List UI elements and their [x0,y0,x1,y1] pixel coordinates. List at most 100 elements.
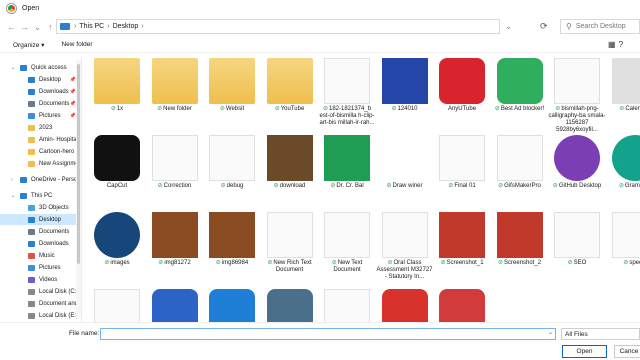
sidebar-item-label: Desktop [39,76,62,83]
doc-icon [324,289,370,322]
help-icon[interactable]: ? [619,40,623,49]
sidebar-item-label: Local Disk (C:) [39,288,79,295]
sidebar-item[interactable]: ⌄ This PC [0,190,80,201]
sidebar-item[interactable]: › OneDrive - Person [0,174,81,185]
file-label: ⊘Correction [146,183,204,190]
file-label: ⊘Calender [606,106,640,113]
sidebar-item[interactable]: New Assignmen [0,158,81,169]
sidebar-item[interactable]: Downloads [0,238,80,249]
file-label: ⊘New folder [146,106,204,113]
sidebar-item[interactable]: Downloads 📌 [0,86,80,97]
sidebar-item[interactable]: Videos [0,274,80,285]
star-icon [20,64,27,71]
view-options-icon[interactable]: ▦ [608,40,616,49]
new-folder-button[interactable]: New folder [61,41,92,48]
back-icon[interactable]: ← [5,22,18,32]
file-name: img81272 [164,260,191,266]
address-dropdown-icon[interactable]: ⌄ [502,21,515,32]
file-label: ⊘GifsMakerPro [491,183,549,190]
sync-status-icon: ⊘ [440,260,446,266]
sidebar-item-label: OneDrive - Person [31,176,81,183]
pdf-icon [439,289,485,322]
sync-status-icon: ⊘ [448,183,454,189]
screenshot-icon [439,212,485,258]
sync-status-icon: ⊘ [552,183,558,189]
sidebar-item-label: Downloads [39,88,69,95]
sidebar-item[interactable]: Music [0,250,80,261]
shortcut-icon [381,135,428,181]
desktop-icon [28,216,35,223]
file-label: CapCut [88,183,146,190]
file-name: speed [629,260,640,266]
sidebar-item[interactable]: Pictures [0,262,80,273]
title-bar: Open [0,0,640,17]
expand-chevron-icon[interactable]: › [11,177,13,183]
window-title: Open [22,5,40,12]
cloud-icon [20,176,27,183]
expand-chevron-icon[interactable]: ⌄ [11,65,15,71]
desktop-icon [28,76,35,83]
filename-input[interactable] [100,328,556,340]
file-name: 124010 [397,106,418,112]
disk-icon [28,288,35,295]
file-name: GitHub Desktop [558,183,602,189]
sidebar-item-label: Pictures [39,264,61,271]
sidebar-item[interactable]: Document and S [0,298,81,309]
sidebar-item[interactable]: 3D Objects [0,202,80,213]
search-input[interactable]: ⚲ Search Desktop [560,19,640,34]
organize-button[interactable]: Organize ▾ [13,41,44,49]
capcut-icon [94,135,140,181]
expand-chevron-icon[interactable]: ⌄ [11,193,15,199]
file-name: Oral Class Assessment M32727 - Statutory… [376,260,433,280]
forward-icon[interactable]: → [18,22,31,32]
pictures-icon [28,112,35,119]
sidebar-item-label: Documents [39,100,70,107]
sidebar-item[interactable]: Cartoon-hero [0,146,80,157]
refresh-icon[interactable]: ⟳ [540,21,548,32]
separator-icon: › [74,23,77,30]
sidebar-item[interactable]: Local Disk (E:) [0,310,80,321]
file-label: ⊘Websit [203,106,261,113]
filename-dropdown-icon[interactable]: ⌄ [548,329,553,336]
open-button[interactable]: Open [562,345,607,358]
doc-icon [381,212,428,258]
sidebar-item-label: Music [39,252,55,259]
sidebar-item-label: Amin- Hospitali [39,136,80,143]
cancel-button[interactable]: Cance [614,345,640,358]
sidebar-item[interactable]: Desktop 📌 [0,74,80,85]
sidebar-item[interactable]: Documents 📌 [0,98,80,109]
file-name: New Rich Text Document [273,260,312,273]
recent-locations-icon[interactable]: ⌄ [31,22,44,33]
text-file-icon [324,212,370,258]
sidebar-item[interactable]: 2023 [0,122,80,133]
separator-icon: › [141,23,144,30]
file-grid: ⊘1x ⊘New folder ⊘Websit ⊘YouTube ⊘182-182137… [88,56,640,322]
sidebar-item[interactable]: Documents [0,226,80,237]
sidebar-scrollbar-thumb[interactable] [77,64,80,264]
sidebar-item[interactable]: Pictures 📌 [0,110,80,121]
word-icon [151,289,198,322]
breadcrumb-desktop[interactable]: Desktop [113,23,139,30]
photo-thumbnail-icon [266,135,313,181]
breadcrumb-this-pc[interactable]: This PC [79,23,104,30]
sidebar-item-label: Downloads [39,240,69,247]
file-label: AnyUTube [433,106,491,113]
filename-label: File name: [69,330,100,337]
sidebar-item[interactable]: Desktop [0,214,80,225]
doc-icon [496,135,543,181]
file-name: AnyUTube [447,106,477,112]
disk-icon [28,312,35,319]
pictures-icon [28,264,35,271]
file-label: ⊘images [88,260,146,267]
sidebar-item[interactable]: ⌄ Quick access [0,62,80,73]
address-bar[interactable]: › This PC › Desktop › [56,19,500,34]
file-name: Calender [625,106,640,112]
file-label: ⊘debug [203,183,261,190]
file-type-select[interactable]: All Files [561,328,640,340]
folder-icon [266,58,313,104]
command-bar: Organize ▾ New folder ▦ ? [0,37,640,53]
sync-status-icon: ⊘ [555,106,561,112]
sidebar-item[interactable]: Local Disk (C:) [0,286,80,297]
file-name: debug [226,183,244,189]
sidebar-item[interactable]: Amin- Hospitali [0,134,80,145]
